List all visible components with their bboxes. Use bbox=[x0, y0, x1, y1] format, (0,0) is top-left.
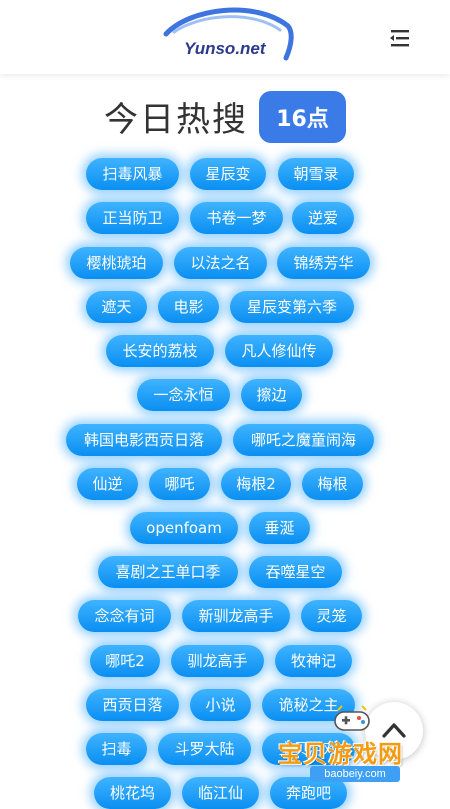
top-bar: Yunso.net bbox=[0, 0, 450, 74]
watermark: 宝贝游戏网 baobeiy.com bbox=[270, 702, 420, 790]
hot-tag[interactable]: 星辰变 bbox=[190, 158, 266, 190]
hot-tag[interactable]: 牧神记 bbox=[275, 645, 352, 677]
hot-tag[interactable]: 遮天 bbox=[86, 291, 147, 323]
logo-swoosh-icon bbox=[163, 7, 294, 61]
hot-tag[interactable]: 锦绣芳华 bbox=[277, 247, 370, 279]
hot-tag[interactable]: 星辰变第六季 bbox=[230, 291, 354, 323]
hot-tag[interactable]: 梅根2 bbox=[221, 468, 291, 500]
watermark-url: baobeiy.com bbox=[310, 766, 400, 782]
tag-cloud: 扫毒风暴 星辰变 朝雪录 正当防卫 书卷一梦 逆爱 樱桃琥珀 以法之名 锦绣芳华… bbox=[0, 0, 450, 809]
hot-tag[interactable]: 梅根 bbox=[302, 468, 363, 500]
hot-tag[interactable]: 哪吒2 bbox=[90, 645, 160, 677]
hot-tag[interactable]: 一念永恒 bbox=[137, 379, 230, 411]
hot-tag[interactable]: 扫毒风暴 bbox=[86, 158, 179, 190]
hot-tag[interactable]: 韩国电影西贡日落 bbox=[66, 424, 222, 456]
hot-tag[interactable]: 小说 bbox=[190, 689, 251, 721]
hot-tag[interactable]: 垂涎 bbox=[249, 512, 310, 544]
hot-tag[interactable]: 吞噬星空 bbox=[249, 556, 342, 588]
hot-tag[interactable]: openfoam bbox=[130, 512, 238, 544]
gamepad-icon bbox=[334, 705, 370, 731]
menu-button[interactable] bbox=[386, 26, 412, 50]
hot-tag[interactable]: 桃花坞 bbox=[94, 777, 171, 809]
hot-tag[interactable]: 扫毒 bbox=[86, 733, 147, 765]
hot-tag[interactable]: 朝雪录 bbox=[278, 158, 354, 190]
hot-tag[interactable]: 樱桃琥珀 bbox=[70, 247, 163, 279]
hot-tag[interactable]: 仙逆 bbox=[77, 468, 138, 500]
logo-text: Yunso.net bbox=[184, 39, 266, 58]
watermark-text: 宝贝游戏网 bbox=[278, 740, 403, 768]
hot-tag[interactable]: 擦边 bbox=[241, 379, 302, 411]
site-logo[interactable]: Yunso.net bbox=[160, 4, 295, 70]
hot-tag[interactable]: 临江仙 bbox=[182, 777, 259, 809]
hot-tag[interactable]: 斗罗大陆 bbox=[158, 733, 251, 765]
hot-tag[interactable]: 长安的荔枝 bbox=[106, 335, 214, 367]
hot-tag[interactable]: 哪吒之魔童闹海 bbox=[233, 424, 374, 456]
hot-tag[interactable]: 新驯龙高手 bbox=[182, 600, 290, 632]
hot-tag[interactable]: 书卷一梦 bbox=[190, 202, 283, 234]
hot-tag[interactable]: 喜剧之王单口季 bbox=[98, 556, 238, 588]
hot-tag[interactable]: 以法之名 bbox=[174, 247, 267, 279]
hot-tag[interactable]: 灵笼 bbox=[301, 600, 362, 632]
hot-tag[interactable]: 哪吒 bbox=[149, 468, 210, 500]
hot-tag[interactable]: 电影 bbox=[158, 291, 219, 323]
hot-tag[interactable]: 驯龙高手 bbox=[171, 645, 264, 677]
hot-tag[interactable]: 逆爱 bbox=[292, 202, 354, 234]
hot-tag[interactable]: 凡人修仙传 bbox=[225, 335, 333, 367]
menu-collapse-icon bbox=[390, 30, 409, 47]
hot-tag[interactable]: 正当防卫 bbox=[86, 202, 179, 234]
hot-tag[interactable]: 念念有词 bbox=[78, 600, 171, 632]
hot-tag[interactable]: 西贡日落 bbox=[86, 689, 179, 721]
